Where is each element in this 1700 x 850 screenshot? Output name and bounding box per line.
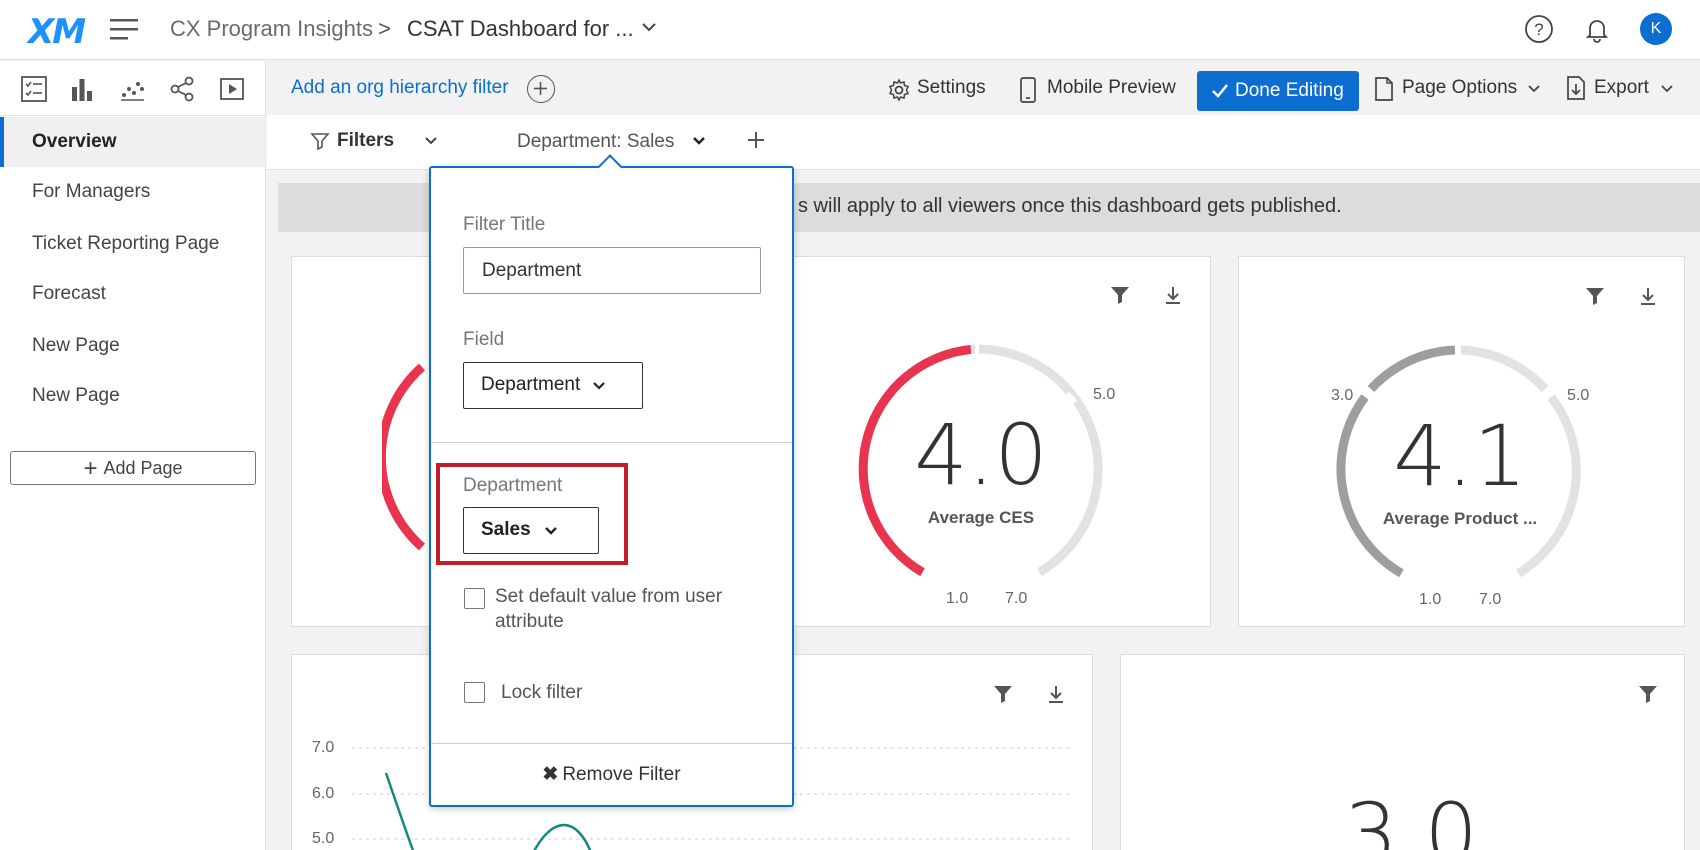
filter-edit-popup: Filter Title Department Field Department… — [429, 154, 794, 807]
export-icon[interactable] — [1565, 75, 1587, 101]
department-value-selected: Sales — [481, 519, 531, 540]
y-tick-7: 7.0 — [312, 739, 335, 756]
export-button[interactable]: Export — [1594, 77, 1649, 99]
gear-icon[interactable] — [887, 78, 911, 102]
settings-button[interactable]: Settings — [917, 77, 986, 99]
sidebar-toolbar — [0, 61, 265, 116]
sidebar-item-forecast[interactable]: Forecast — [0, 269, 266, 319]
banner-text: s will apply to all viewers once this da… — [798, 195, 1342, 217]
play-icon[interactable] — [218, 75, 246, 103]
chevron-down-icon — [545, 527, 557, 535]
check-icon — [1212, 84, 1228, 98]
add-page-button[interactable]: + Add Page — [10, 451, 256, 485]
field-label: Field — [463, 329, 505, 350]
field-select-value: Department — [481, 374, 581, 395]
close-icon: ✖ — [542, 764, 559, 785]
bottom-right-value: 3.0 — [1344, 785, 1478, 850]
ces-tick-min: 1.0 — [946, 590, 969, 607]
widget-card-product: 4.1 Average Product ... 3.0 5.0 1.0 7.0 — [1238, 256, 1685, 627]
add-page-label: Add Page — [103, 458, 183, 478]
xm-logo[interactable]: XM — [28, 12, 86, 52]
filter-icon[interactable] — [1109, 284, 1131, 306]
chevron-down-icon[interactable] — [1660, 83, 1674, 95]
checklist-icon[interactable] — [20, 75, 48, 103]
department-value-label: Department — [463, 475, 563, 496]
done-editing-label: Done Editing — [1235, 80, 1344, 101]
add-filter-icon[interactable] — [746, 130, 766, 150]
filter-bar: Filters Department: Sales — [267, 115, 1700, 170]
product-tick-mid: 5.0 — [1567, 387, 1590, 404]
dashboard-toolbar: Add an org hierarchy filter Settings Mob… — [267, 61, 1700, 115]
ces-tick-max: 7.0 — [1005, 590, 1028, 607]
mobile-icon[interactable] — [1019, 76, 1037, 104]
remove-filter-label: Remove Filter — [562, 764, 681, 785]
sidebar-item-ticket-reporting[interactable]: Ticket Reporting Page — [0, 219, 266, 269]
bell-icon[interactable] — [1582, 14, 1612, 44]
add-org-hierarchy-filter-link[interactable]: Add an org hierarchy filter — [291, 77, 509, 99]
done-editing-button[interactable]: Done Editing — [1197, 71, 1359, 111]
download-icon[interactable] — [1162, 284, 1184, 306]
filter-title-label: Filter Title — [463, 214, 546, 235]
default-from-attribute-label[interactable]: Set default value from user attribute — [495, 584, 755, 634]
bar-chart-icon[interactable] — [68, 75, 96, 103]
sidebar-item-overview[interactable]: Overview — [0, 117, 266, 167]
popup-divider — [431, 442, 792, 443]
ces-label: Average CES — [927, 508, 1035, 527]
lock-filter-checkbox[interactable] — [464, 682, 485, 703]
sidebar-item-new-page[interactable]: New Page — [0, 321, 266, 371]
breadcrumb-dashboard[interactable]: CSAT Dashboard for ... — [407, 16, 634, 42]
filter-icon — [310, 133, 330, 151]
chevron-down-icon — [593, 382, 605, 390]
sidebar-item-for-managers[interactable]: For Managers — [0, 167, 266, 217]
field-select[interactable]: Department — [463, 362, 643, 409]
lock-filter-label[interactable]: Lock filter — [501, 680, 582, 705]
breadcrumb-program[interactable]: CX Program Insights — [170, 16, 373, 42]
filter-icon[interactable] — [1637, 683, 1659, 705]
filter-icon[interactable] — [1584, 285, 1606, 307]
download-icon[interactable] — [1045, 683, 1067, 705]
department-value-select[interactable]: Sales — [463, 507, 599, 554]
add-circle-icon[interactable] — [527, 75, 555, 103]
widget-card-bottom-right: 3.0 — [1120, 654, 1685, 850]
default-from-attribute-checkbox[interactable] — [464, 588, 485, 609]
filter-icon[interactable] — [992, 683, 1014, 705]
top-bar: XM CX Program Insights > CSAT Dashboard … — [0, 0, 1700, 60]
menu-icon[interactable] — [110, 16, 138, 42]
product-tick-left: 3.0 — [1331, 387, 1354, 404]
filters-label[interactable]: Filters — [337, 130, 394, 152]
product-tick-min: 1.0 — [1419, 591, 1442, 608]
page-icon[interactable] — [1373, 76, 1395, 102]
ces-value: 4.0 — [914, 406, 1048, 504]
chevron-down-icon[interactable] — [640, 18, 658, 36]
product-tick-max: 7.0 — [1479, 591, 1502, 608]
svg-text:?: ? — [1534, 20, 1543, 39]
chevron-down-icon[interactable] — [691, 134, 707, 148]
y-tick-5: 5.0 — [312, 830, 335, 847]
filter-title-input[interactable]: Department — [463, 247, 761, 294]
popup-divider — [431, 743, 792, 744]
left-sidebar: Overview For Managers Ticket Reporting P… — [0, 61, 266, 850]
avatar[interactable]: K — [1640, 13, 1672, 45]
product-label: Average Product ... — [1382, 509, 1538, 528]
help-icon[interactable]: ? — [1524, 14, 1554, 44]
remove-filter-button[interactable]: ✖ Remove Filter — [431, 763, 792, 786]
breadcrumb-separator: > — [378, 16, 391, 41]
download-icon[interactable] — [1637, 285, 1659, 307]
plus-icon: + — [83, 455, 98, 482]
page-options-button[interactable]: Page Options — [1402, 77, 1517, 99]
mobile-preview-button[interactable]: Mobile Preview — [1047, 77, 1176, 99]
y-tick-6: 6.0 — [312, 785, 335, 802]
share-icon[interactable] — [168, 75, 196, 103]
ces-tick-mid: 5.0 — [1093, 386, 1116, 403]
department-filter-chip[interactable]: Department: Sales — [517, 131, 674, 153]
chevron-down-icon[interactable] — [1527, 83, 1541, 95]
scatter-icon[interactable] — [118, 75, 146, 103]
chevron-down-icon[interactable] — [423, 134, 439, 148]
sidebar-item-new-page-2[interactable]: New Page — [0, 371, 266, 421]
product-value: 4.1 — [1393, 407, 1527, 505]
